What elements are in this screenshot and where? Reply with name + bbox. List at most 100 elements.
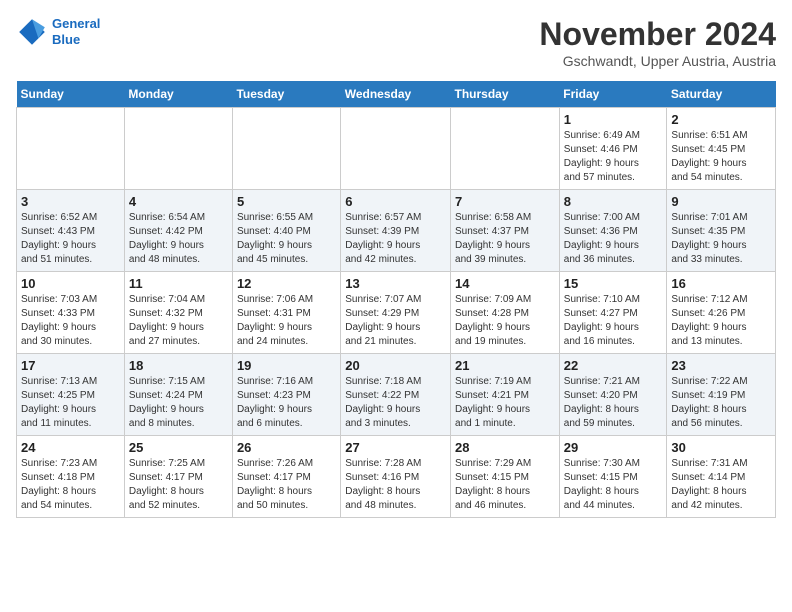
day-number: 16: [671, 276, 771, 291]
day-info: Sunrise: 6:51 AM Sunset: 4:45 PM Dayligh…: [671, 129, 771, 185]
day-cell: [17, 108, 125, 190]
day-cell: 23Sunrise: 7:22 AM Sunset: 4:19 PM Dayli…: [667, 354, 776, 436]
day-number: 25: [129, 440, 228, 455]
day-cell: 1 Sunrise: 6:49 AM Sunset: 4:46 PM Daylig…: [559, 108, 667, 190]
day-number: 7: [455, 194, 555, 209]
day-cell: [232, 108, 340, 190]
day-cell: 11 Sunrise: 7:04 AM Sunset: 4:32 PM Dayli…: [124, 272, 232, 354]
day-cell: 9 Sunrise: 7:01 AM Sunset: 4:35 PM Daylig…: [667, 190, 776, 272]
day-cell: 16 Sunrise: 7:12 AM Sunset: 4:26 PM Dayli…: [667, 272, 776, 354]
day-info: Sunrise: 7:15 AM Sunset: 4:24 PM Dayligh…: [129, 375, 228, 431]
day-info: Sunrise: 7:10 AM Sunset: 4:27 PM Dayligh…: [564, 293, 663, 349]
day-info: Sunrise: 7:13 AM Sunset: 4:25 PM Dayligh…: [21, 375, 120, 431]
day-info: Sunrise: 6:52 AM Sunset: 4:43 PM Dayligh…: [21, 211, 120, 267]
day-number: 9: [671, 194, 771, 209]
day-info: Sunrise: 6:49 AM Sunset: 4:46 PM Dayligh…: [564, 129, 663, 185]
day-number: 27: [345, 440, 446, 455]
day-number: 24: [21, 440, 120, 455]
day-cell: 29Sunrise: 7:30 AM Sunset: 4:15 PM Dayli…: [559, 436, 667, 518]
day-info: Sunrise: 6:57 AM Sunset: 4:39 PM Dayligh…: [345, 211, 446, 267]
day-number: 12: [237, 276, 336, 291]
day-number: 18: [129, 358, 228, 373]
day-number: 30: [671, 440, 771, 455]
day-cell: 13 Sunrise: 7:07 AM Sunset: 4:29 PM Dayli…: [341, 272, 451, 354]
day-number: 11: [129, 276, 228, 291]
day-number: 26: [237, 440, 336, 455]
day-cell: 2 Sunrise: 6:51 AM Sunset: 4:45 PM Daylig…: [667, 108, 776, 190]
day-info: Sunrise: 7:07 AM Sunset: 4:29 PM Dayligh…: [345, 293, 446, 349]
day-info: Sunrise: 7:26 AM Sunset: 4:17 PM Dayligh…: [237, 457, 336, 513]
day-info: Sunrise: 6:54 AM Sunset: 4:42 PM Dayligh…: [129, 211, 228, 267]
day-info: Sunrise: 7:29 AM Sunset: 4:15 PM Dayligh…: [455, 457, 555, 513]
day-info: Sunrise: 7:19 AM Sunset: 4:21 PM Dayligh…: [455, 375, 555, 431]
day-cell: 22Sunrise: 7:21 AM Sunset: 4:20 PM Dayli…: [559, 354, 667, 436]
day-info: Sunrise: 7:25 AM Sunset: 4:17 PM Dayligh…: [129, 457, 228, 513]
day-number: 4: [129, 194, 228, 209]
day-number: 13: [345, 276, 446, 291]
logo-icon: [16, 16, 48, 48]
day-number: 6: [345, 194, 446, 209]
day-info: Sunrise: 7:09 AM Sunset: 4:28 PM Dayligh…: [455, 293, 555, 349]
week-row-1: 1 Sunrise: 6:49 AM Sunset: 4:46 PM Daylig…: [17, 108, 776, 190]
day-cell: [451, 108, 560, 190]
day-number: 15: [564, 276, 663, 291]
day-info: Sunrise: 7:18 AM Sunset: 4:22 PM Dayligh…: [345, 375, 446, 431]
day-info: Sunrise: 7:12 AM Sunset: 4:26 PM Dayligh…: [671, 293, 771, 349]
day-cell: 15 Sunrise: 7:10 AM Sunset: 4:27 PM Dayli…: [559, 272, 667, 354]
day-number: 1: [564, 112, 663, 127]
day-cell: 4 Sunrise: 6:54 AM Sunset: 4:42 PM Daylig…: [124, 190, 232, 272]
day-number: 20: [345, 358, 446, 373]
week-row-4: 17Sunrise: 7:13 AM Sunset: 4:25 PM Dayli…: [17, 354, 776, 436]
weekday-header-wednesday: Wednesday: [341, 81, 451, 108]
day-info: Sunrise: 7:28 AM Sunset: 4:16 PM Dayligh…: [345, 457, 446, 513]
day-cell: 28 Sunrise: 7:29 AM Sunset: 4:15 PM Dayli…: [451, 436, 560, 518]
weekday-header-friday: Friday: [559, 81, 667, 108]
day-info: Sunrise: 6:58 AM Sunset: 4:37 PM Dayligh…: [455, 211, 555, 267]
weekday-header-sunday: Sunday: [17, 81, 125, 108]
calendar-body: 1 Sunrise: 6:49 AM Sunset: 4:46 PM Daylig…: [17, 108, 776, 518]
day-cell: 18 Sunrise: 7:15 AM Sunset: 4:24 PM Dayli…: [124, 354, 232, 436]
day-info: Sunrise: 7:23 AM Sunset: 4:18 PM Dayligh…: [21, 457, 120, 513]
day-cell: 17Sunrise: 7:13 AM Sunset: 4:25 PM Dayli…: [17, 354, 125, 436]
day-cell: 7 Sunrise: 6:58 AM Sunset: 4:37 PM Daylig…: [451, 190, 560, 272]
day-cell: 30Sunrise: 7:31 AM Sunset: 4:14 PM Dayli…: [667, 436, 776, 518]
logo-line2: Blue: [52, 32, 80, 47]
day-number: 3: [21, 194, 120, 209]
day-number: 2: [671, 112, 771, 127]
day-cell: 26 Sunrise: 7:26 AM Sunset: 4:17 PM Dayli…: [232, 436, 340, 518]
day-info: Sunrise: 7:03 AM Sunset: 4:33 PM Dayligh…: [21, 293, 120, 349]
weekday-header-row: SundayMondayTuesdayWednesdayThursdayFrid…: [17, 81, 776, 108]
day-cell: 24 Sunrise: 7:23 AM Sunset: 4:18 PM Dayli…: [17, 436, 125, 518]
day-cell: 8 Sunrise: 7:00 AM Sunset: 4:36 PM Daylig…: [559, 190, 667, 272]
day-info: Sunrise: 7:04 AM Sunset: 4:32 PM Dayligh…: [129, 293, 228, 349]
day-cell: 14 Sunrise: 7:09 AM Sunset: 4:28 PM Dayli…: [451, 272, 560, 354]
weekday-header-saturday: Saturday: [667, 81, 776, 108]
day-cell: [341, 108, 451, 190]
day-info: Sunrise: 7:21 AM Sunset: 4:20 PM Dayligh…: [564, 375, 663, 431]
logo-line1: General: [52, 16, 100, 31]
day-cell: 3 Sunrise: 6:52 AM Sunset: 4:43 PM Daylig…: [17, 190, 125, 272]
day-info: Sunrise: 6:55 AM Sunset: 4:40 PM Dayligh…: [237, 211, 336, 267]
day-cell: 5Sunrise: 6:55 AM Sunset: 4:40 PM Daylig…: [232, 190, 340, 272]
day-number: 21: [455, 358, 555, 373]
location: Gschwandt, Upper Austria, Austria: [539, 53, 776, 69]
day-info: Sunrise: 7:22 AM Sunset: 4:19 PM Dayligh…: [671, 375, 771, 431]
day-cell: 27 Sunrise: 7:28 AM Sunset: 4:16 PM Dayli…: [341, 436, 451, 518]
day-info: Sunrise: 7:30 AM Sunset: 4:15 PM Dayligh…: [564, 457, 663, 513]
day-cell: 21 Sunrise: 7:19 AM Sunset: 4:21 PM Dayli…: [451, 354, 560, 436]
day-cell: 25 Sunrise: 7:25 AM Sunset: 4:17 PM Dayli…: [124, 436, 232, 518]
day-number: 14: [455, 276, 555, 291]
month-title: November 2024: [539, 16, 776, 53]
day-info: Sunrise: 7:06 AM Sunset: 4:31 PM Dayligh…: [237, 293, 336, 349]
week-row-3: 10Sunrise: 7:03 AM Sunset: 4:33 PM Dayli…: [17, 272, 776, 354]
weekday-header-thursday: Thursday: [451, 81, 560, 108]
logo-text: General Blue: [52, 16, 100, 47]
day-number: 19: [237, 358, 336, 373]
day-info: Sunrise: 7:00 AM Sunset: 4:36 PM Dayligh…: [564, 211, 663, 267]
day-number: 28: [455, 440, 555, 455]
day-info: Sunrise: 7:16 AM Sunset: 4:23 PM Dayligh…: [237, 375, 336, 431]
calendar-header: SundayMondayTuesdayWednesdayThursdayFrid…: [17, 81, 776, 108]
day-number: 8: [564, 194, 663, 209]
day-cell: 20 Sunrise: 7:18 AM Sunset: 4:22 PM Dayli…: [341, 354, 451, 436]
day-info: Sunrise: 7:01 AM Sunset: 4:35 PM Dayligh…: [671, 211, 771, 267]
